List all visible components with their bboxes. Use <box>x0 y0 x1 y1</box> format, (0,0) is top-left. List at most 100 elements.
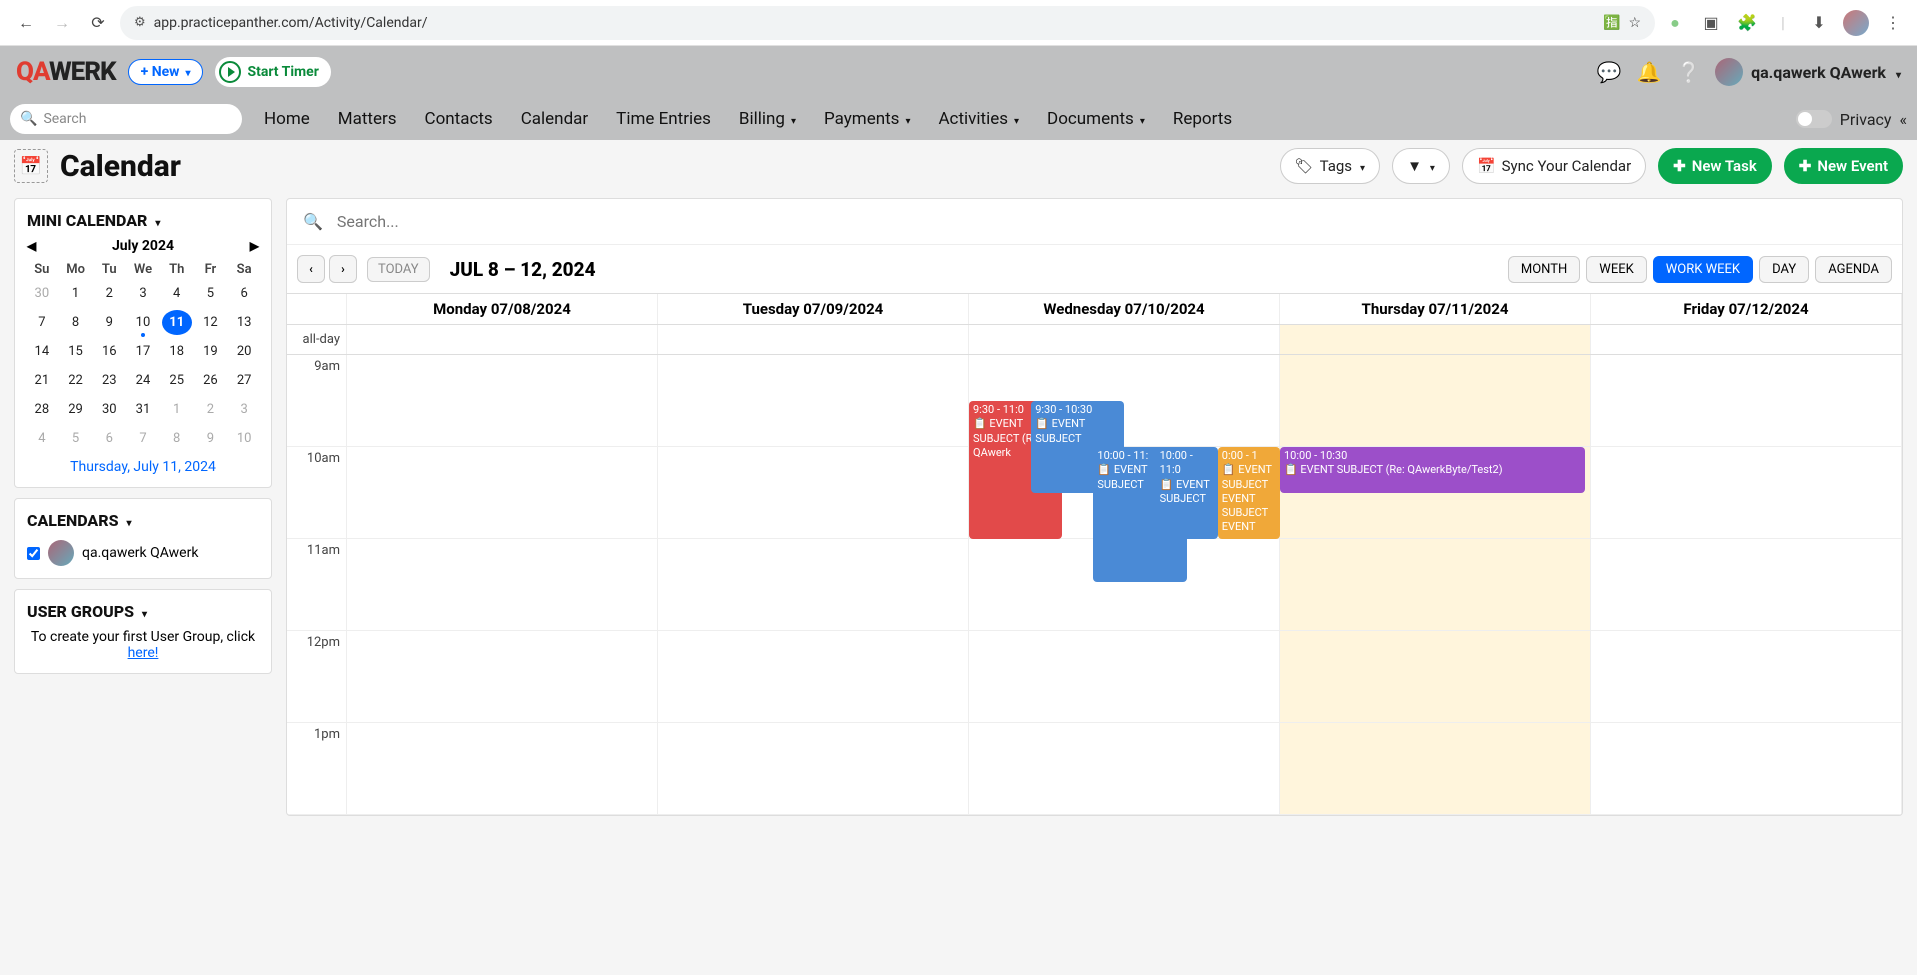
time-cell[interactable] <box>658 447 969 538</box>
prev-week-button[interactable]: ‹ <box>297 255 325 283</box>
mini-day[interactable]: 21 <box>27 368 57 393</box>
start-timer-button[interactable]: Start Timer <box>215 57 330 87</box>
time-cell[interactable] <box>347 447 658 538</box>
mini-day[interactable]: 27 <box>229 368 259 393</box>
extension-icon-1[interactable]: ● <box>1663 11 1687 35</box>
mini-day[interactable]: 7 <box>27 310 57 335</box>
tags-button[interactable]: 🏷Tags <box>1280 148 1381 184</box>
calendar-item[interactable]: qa.qawerk QAwerk <box>27 540 259 566</box>
time-cell[interactable] <box>1591 539 1902 630</box>
allday-cell[interactable] <box>1280 325 1591 354</box>
calendar-event[interactable]: 10:00 - 11:0📋 EVENT SUBJECT <box>1156 447 1218 539</box>
mini-day[interactable]: 23 <box>94 368 124 393</box>
user-groups-header[interactable]: USER GROUPS <box>27 602 259 621</box>
next-week-button[interactable]: › <box>329 255 357 283</box>
time-cell[interactable] <box>347 723 658 814</box>
reload-button[interactable]: ⟳ <box>84 9 112 37</box>
mini-day[interactable]: 4 <box>27 426 57 451</box>
time-cell[interactable] <box>1591 631 1902 722</box>
mini-day[interactable]: 2 <box>94 281 124 306</box>
time-cell[interactable] <box>1591 447 1902 538</box>
mini-day[interactable]: 22 <box>61 368 91 393</box>
messages-icon[interactable]: 💬 <box>1595 58 1623 86</box>
mini-day[interactable]: 8 <box>61 310 91 335</box>
create-user-group-link[interactable]: here! <box>128 645 159 661</box>
time-cell[interactable] <box>347 539 658 630</box>
time-cell[interactable] <box>347 355 658 446</box>
calendar-event[interactable]: 0:00 - 1📋 EVENT SUBJECT EVENT SUBJECT EV… <box>1218 447 1280 539</box>
sync-calendar-button[interactable]: 📅Sync Your Calendar <box>1462 148 1646 184</box>
calendars-header[interactable]: CALENDARS <box>27 511 259 530</box>
back-button[interactable]: ← <box>12 9 40 37</box>
mini-day[interactable]: 14 <box>27 339 57 364</box>
time-cell[interactable] <box>1280 723 1591 814</box>
mini-day[interactable]: 30 <box>27 281 57 306</box>
notifications-icon[interactable]: 🔔 <box>1635 58 1663 86</box>
view-tab-work-week[interactable]: WORK WEEK <box>1653 256 1753 283</box>
mini-day[interactable]: 19 <box>196 339 226 364</box>
nav-link-matters[interactable]: Matters <box>338 109 397 129</box>
bookmark-icon[interactable]: ☆ <box>1628 15 1641 31</box>
allday-cell[interactable] <box>347 325 658 354</box>
mini-day[interactable]: 25 <box>162 368 192 393</box>
download-icon[interactable]: ⬇ <box>1807 11 1831 35</box>
address-bar[interactable]: ⚙ app.practicepanther.com/Activity/Calen… <box>120 6 1655 40</box>
user-menu[interactable]: qa.qawerk QAwerk <box>1715 58 1901 86</box>
nav-link-billing[interactable]: Billing <box>739 109 796 129</box>
collapse-icon[interactable]: « <box>1899 110 1907 129</box>
mini-day[interactable]: 17 <box>128 339 158 364</box>
mini-calendar-header[interactable]: MINI CALENDAR <box>27 211 259 230</box>
mini-day[interactable]: 9 <box>94 310 124 335</box>
mini-day[interactable]: 7 <box>128 426 158 451</box>
extensions-icon[interactable]: 🧩 <box>1735 11 1759 35</box>
calendar-checkbox[interactable] <box>27 547 40 560</box>
mini-day[interactable]: 12 <box>196 310 226 335</box>
mini-day[interactable]: 1 <box>61 281 91 306</box>
chrome-menu-icon[interactable]: ⋮ <box>1881 11 1905 35</box>
time-cell[interactable] <box>969 631 1280 722</box>
translate-icon[interactable]: 🈯 <box>1603 15 1620 31</box>
time-cell[interactable] <box>1280 355 1591 446</box>
mini-day[interactable]: 8 <box>162 426 192 451</box>
nav-link-home[interactable]: Home <box>264 109 310 129</box>
view-tab-month[interactable]: MONTH <box>1508 256 1580 283</box>
privacy-toggle[interactable]: Privacy « <box>1796 110 1907 129</box>
mini-day[interactable]: 29 <box>61 397 91 422</box>
nav-link-calendar[interactable]: Calendar <box>521 109 588 129</box>
mini-day[interactable]: 3 <box>128 281 158 306</box>
time-cell[interactable] <box>1591 723 1902 814</box>
mini-next[interactable]: ▶ <box>250 239 259 253</box>
mini-day[interactable]: 6 <box>229 281 259 306</box>
toggle-switch[interactable] <box>1796 110 1832 128</box>
nav-link-activities[interactable]: Activities <box>938 109 1019 129</box>
time-cell[interactable] <box>969 723 1280 814</box>
mini-day[interactable]: 20 <box>229 339 259 364</box>
mini-day[interactable]: 1 <box>162 397 192 422</box>
mini-day[interactable]: 4 <box>162 281 192 306</box>
time-cell[interactable] <box>658 631 969 722</box>
time-cell[interactable] <box>347 631 658 722</box>
allday-cell[interactable] <box>1591 325 1902 354</box>
mini-prev[interactable]: ◀ <box>27 239 36 253</box>
nav-link-reports[interactable]: Reports <box>1173 109 1232 129</box>
time-cell[interactable] <box>658 355 969 446</box>
mini-day[interactable]: 30 <box>94 397 124 422</box>
nav-link-time-entries[interactable]: Time Entries <box>616 109 711 129</box>
mini-day[interactable]: 28 <box>27 397 57 422</box>
site-info-icon[interactable]: ⚙ <box>134 15 146 30</box>
view-tab-week[interactable]: WEEK <box>1586 256 1646 283</box>
mini-day[interactable]: 18 <box>162 339 192 364</box>
new-task-button[interactable]: ✚New Task <box>1658 148 1772 184</box>
mini-today-link[interactable]: Thursday, July 11, 2024 <box>27 459 259 475</box>
calendar-event[interactable]: 10:00 - 10:30📋 EVENT SUBJECT (Re: QAwerk… <box>1280 447 1585 493</box>
mini-day[interactable]: 10 <box>128 310 158 335</box>
logo[interactable]: QAWERK <box>16 57 116 87</box>
allday-cell[interactable] <box>658 325 969 354</box>
mini-day[interactable]: 2 <box>196 397 226 422</box>
forward-button[interactable]: → <box>48 9 76 37</box>
help-icon[interactable]: ❔ <box>1675 58 1703 86</box>
view-tab-agenda[interactable]: AGENDA <box>1815 256 1892 283</box>
new-button[interactable]: + New <box>128 59 204 85</box>
mini-day[interactable]: 13 <box>229 310 259 335</box>
mini-day[interactable]: 10 <box>229 426 259 451</box>
